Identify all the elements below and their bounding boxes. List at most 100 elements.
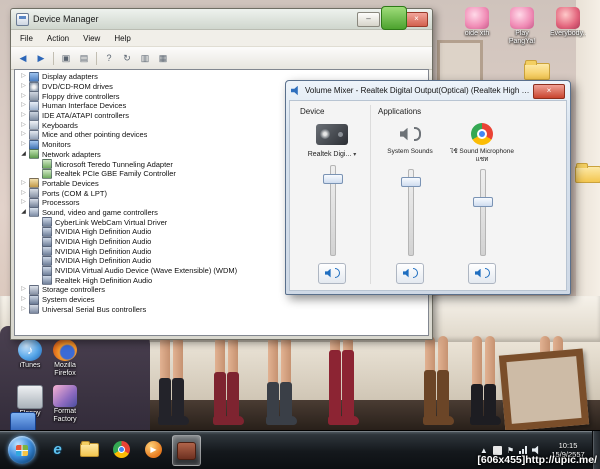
expand-icon[interactable]: ▷ [19,130,28,139]
app-icon [177,441,196,460]
desktop-icon-firefox[interactable]: Mozilla Firefox [47,339,83,378]
volume-slider[interactable] [446,167,518,258]
expand-icon[interactable]: ▷ [19,82,28,91]
taskbar-ie-button[interactable]: e [44,435,71,464]
wallpaper-leg [268,336,278,388]
device-section-label: Device [300,107,325,116]
chevron-down-icon: ▾ [353,152,357,158]
expand-icon[interactable]: ▷ [19,285,28,294]
taskbar-buttons: e ▶ [44,435,201,466]
tree-item-label: Display adapters [42,72,98,82]
menu-file[interactable]: File [13,32,40,45]
tree-item-label: CyberLink WebCam Virtual Driver [55,217,168,227]
properties-icon[interactable]: ▦ [155,50,171,66]
collapse-icon[interactable]: ◢ [19,150,28,159]
scan-icon[interactable]: ▥ [137,50,153,66]
back-icon[interactable]: ◀ [15,50,31,66]
volume-slider-track[interactable] [480,169,486,256]
expand-icon[interactable]: ▷ [19,305,28,314]
desktop-icon-label: Everybody... [550,30,586,37]
volume-slider[interactable] [374,167,446,258]
wallpaper-boot-foot [279,416,297,425]
volume-slider-handle[interactable] [323,174,343,185]
wmp-icon: ▶ [145,441,162,458]
clock-time: 10:15 [558,441,578,450]
channel-name: System Sounds [387,148,433,155]
expand-icon[interactable]: ▷ [19,72,28,81]
network-icon[interactable] [519,446,527,454]
wallpaper-boot [329,350,341,424]
mute-button[interactable] [318,262,346,284]
tree-item-label: Mice and other pointing devices [42,130,148,140]
tree-item-label: Processors [42,198,80,208]
window-title: Volume Mixer - Realtek Digital Output(Op… [305,86,533,95]
volume-slider-handle[interactable] [401,177,421,188]
audio-icon [29,207,39,218]
audiodev-icon [42,255,52,266]
tree-item-label: Universal Serial Bus controllers [42,304,147,314]
wallpaper-leg [472,336,482,390]
expand-icon[interactable]: ▷ [19,295,28,304]
expand-icon[interactable]: ▷ [19,179,28,188]
green-app-icon [381,6,407,30]
close-button[interactable] [533,84,565,99]
desktop-icon-everybody[interactable]: Everybody... [550,7,586,38]
forward-icon[interactable]: ▶ [33,50,49,66]
desktop-icon-doll1[interactable]: oide xth [459,7,495,38]
tree-item-label: Ports (COM & LPT) [42,188,108,198]
chrome-icon [113,441,130,458]
tree-item[interactable]: ▷ Universal Serial Bus controllers [15,304,428,315]
tree-item-label: DVD/CD-ROM drives [42,82,113,92]
doll-pink-icon [465,7,489,29]
volume-mixer-titlebar[interactable]: Volume Mixer - Realtek Digital Output(Op… [286,81,570,100]
taskbar-wmp-button[interactable]: ▶ [140,435,167,464]
desktop-icon-green-app[interactable] [376,6,412,30]
ie-icon: e [53,441,62,458]
export-icon[interactable]: ▤ [76,50,92,66]
device-selector[interactable]: Realtek Digi... ▾ [308,148,357,161]
expand-icon[interactable]: ▷ [19,140,28,149]
menu-help[interactable]: Help [107,32,137,45]
system-icon [29,294,39,305]
ports-icon [29,188,39,199]
expand-icon[interactable]: ▷ [19,198,28,207]
expand-icon[interactable]: ▷ [19,189,28,198]
audiodev-icon [42,217,52,228]
start-button[interactable] [8,436,36,464]
firefox-icon [53,339,77,361]
tree-item-label: Network adapters [42,149,101,159]
speaker-glyph-icon [324,268,331,278]
desktop-icon-label: oide xth [464,30,490,37]
mute-button[interactable] [396,262,424,284]
expand-icon[interactable]: ▷ [19,121,28,130]
keyboard-icon [29,120,39,131]
display-icon [29,71,39,82]
volume-slider-handle[interactable] [473,197,493,208]
desktop-icon-folder2[interactable] [570,160,600,183]
device-manager-icon [16,12,29,26]
taskbar-chrome-button[interactable] [108,435,135,464]
expand-icon[interactable]: ▷ [19,101,28,110]
tree-item-label: Portable Devices [42,178,99,188]
desktop-icon-formatfactory[interactable]: Format Factory [47,385,83,424]
taskbar-explorer-button[interactable] [76,435,103,464]
menu-view[interactable]: View [76,32,107,45]
expand-icon[interactable]: ▷ [19,92,28,101]
refresh-icon[interactable]: ↻ [119,50,135,66]
expand-icon[interactable]: ▷ [19,111,28,120]
collapse-icon[interactable]: ◢ [19,208,28,217]
mouse-icon [29,129,39,140]
menu-action[interactable]: Action [40,32,76,45]
desktop-icon-pangya[interactable]: Play PangYa! [504,7,540,46]
desktop-icon-itunes[interactable]: iTunes [12,339,48,370]
volume-slider[interactable] [294,163,370,258]
mute-button[interactable] [468,262,496,284]
window-icon[interactable]: ▣ [58,50,74,66]
taskbar-app-button[interactable] [172,435,201,466]
tree-item-label: IDE ATA/ATAPI controllers [42,111,129,121]
desktop-icon-folder1[interactable] [519,57,555,80]
tree-item-label: Microsoft Teredo Tunneling Adapter [55,159,173,169]
tree-item[interactable]: ▷ System devices [15,294,428,305]
tree-item-label: Keyboards [42,120,78,130]
help-icon[interactable]: ? [101,50,117,66]
